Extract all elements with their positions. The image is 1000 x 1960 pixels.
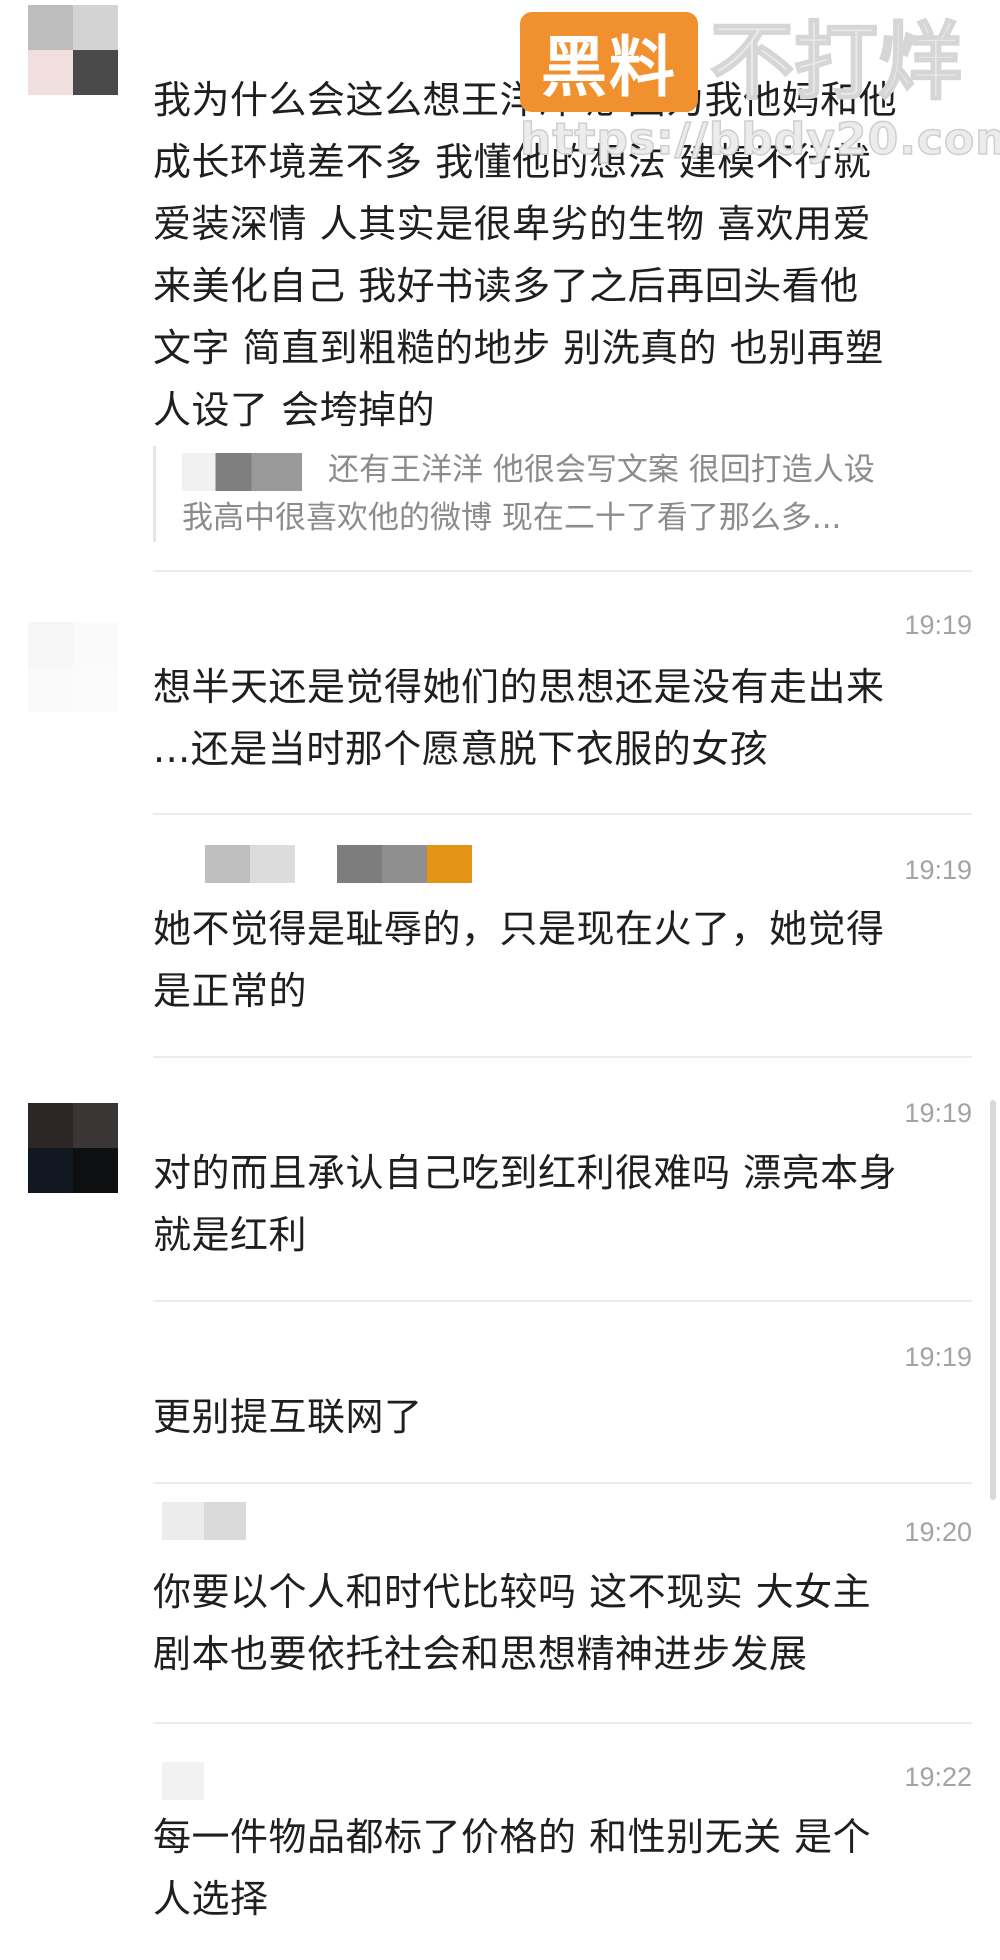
divider [153,1056,972,1058]
watermark-url: https://bbdy20.com [519,113,1000,166]
message-time: 19:19 [904,855,972,885]
message-text: 你要以个人和时代比较吗 这不现实 大女主 剧本也要依托社会和思想精神进步发展 [153,1570,872,1676]
watermark-badge: 黑料 [520,12,698,112]
watermark-title: 不打烊 [709,12,963,112]
username-blurred [337,845,472,883]
message-time: 19:20 [904,1517,972,1547]
message-text: 想半天还是觉得她们的思想还是没有走出来 ...还是当时那个愿意脱下衣服的女孩 [153,665,885,771]
divider [153,1482,972,1484]
watermark: 黑料 不打烊 https://bbdy20.com [519,12,1000,166]
message-text: 对的而且承认自己吃到红利很难吗 漂亮本身 就是红利 [153,1151,898,1257]
quoted-reply[interactable]: 还有王洋洋 他很会写文案 很回打造人设 我高中很喜欢他的微博 现在二十了看了那么… [153,446,1000,542]
username-blurred [205,845,295,883]
divider [153,1722,972,1724]
chat-thread: 我为什么会这么想王洋洋呢 因为我他妈和他 成长环境差不多 我懂他的想法 建模不行… [0,0,1000,1960]
message-text: 更别提互联网了 [153,1395,423,1439]
message-time: 19:22 [904,1762,972,1792]
quote-author-name [182,452,302,491]
message-time: 19:19 [904,1342,972,1372]
message-time: 19:19 [904,610,972,640]
message-time: 19:19 [904,1098,972,1128]
divider [153,813,972,815]
avatar[interactable] [28,622,118,712]
message-text: 她不觉得是耻辱的，只是现在火了，她觉得 是正常的 [153,907,885,1013]
message-text: 每一件物品都标了价格的 和性别无关 是个 人选择 [153,1815,872,1921]
divider [153,570,972,572]
avatar[interactable] [28,1103,118,1193]
scrollbar[interactable] [990,1100,996,1500]
username-blurred [162,1762,204,1800]
avatar[interactable] [28,5,118,95]
username-blurred [162,1502,246,1540]
divider [153,1300,972,1302]
